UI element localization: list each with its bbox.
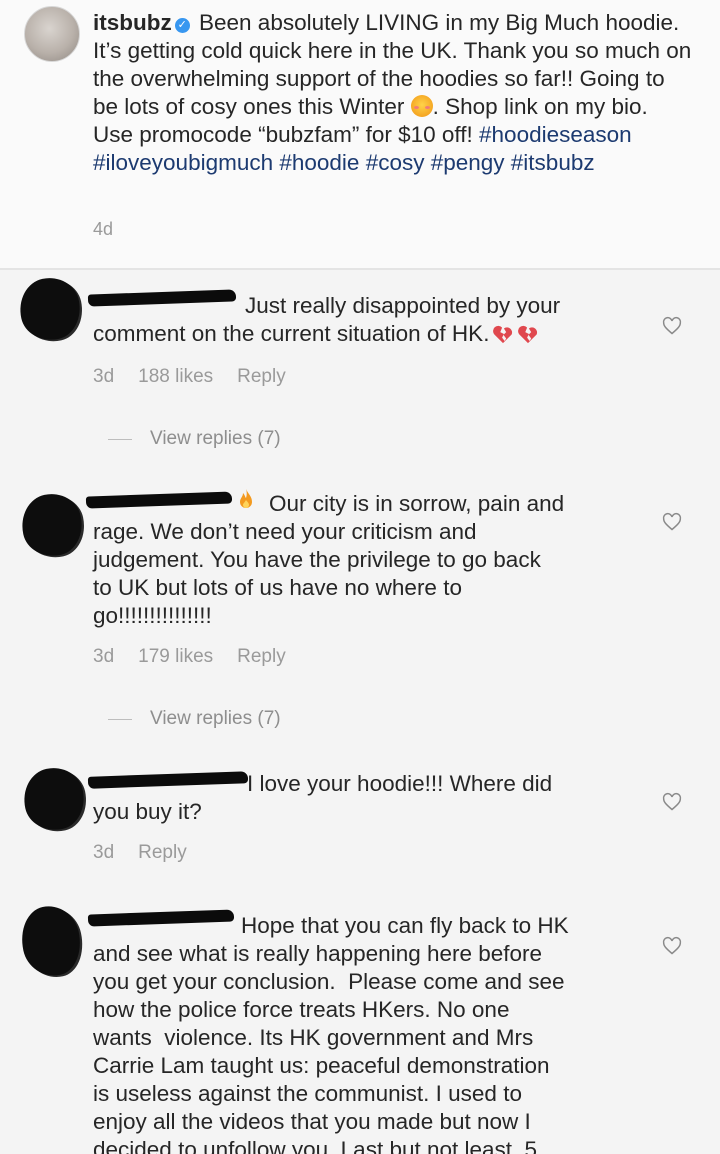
comment-time: 3d [93,842,115,863]
post-author-avatar[interactable] [24,6,80,62]
post-caption: itsbubz ✓ Been absolutely LIVING in my Bi… [93,9,693,177]
redacted-avatar [14,272,86,346]
comment-time: 3d [93,646,115,667]
comment-text: Just really disappointed by your comment… [93,293,561,346]
comment-text: I love your hoodie!!! Where did you buy … [93,771,553,824]
reply-button[interactable]: Reply [138,842,187,863]
like-heart-icon[interactable] [662,936,682,956]
comment-meta: 3d 188 likes Reply [93,366,310,388]
broken-heart-icon [493,325,513,344]
redacted-avatar [16,488,88,562]
like-heart-icon[interactable] [662,512,682,532]
comment-meta: 3d 179 likes Reply [93,646,310,668]
comment-1: Just really disappointed by your comment… [0,270,720,460]
view-replies-button[interactable]: View replies (7) [108,428,281,450]
like-heart-icon[interactable] [662,316,682,336]
comment-3: I love your hoodie!!! Where did you buy … [0,760,720,880]
smiling-face-with-hearts-emoji [410,95,433,117]
view-replies-label: View replies (7) [150,708,281,729]
verified-badge-icon: ✓ [174,18,190,33]
view-replies-label: View replies (7) [150,428,281,449]
comment-text: Our city is in sorrow, pain and rage. We… [93,491,565,628]
reply-button[interactable]: Reply [237,646,286,667]
post-header: itsbubz ✓ Been absolutely LIVING in my Bi… [0,0,720,268]
comment-time: 3d [93,366,115,387]
like-heart-icon[interactable] [662,792,682,812]
view-replies-button[interactable]: View replies (7) [108,708,281,730]
comment-text: Hope that you can fly back to HK and see… [93,913,569,1154]
comment-2: Our city is in sorrow, pain and rage. We… [0,480,720,750]
redacted-avatar [15,900,87,982]
comment-likes[interactable]: 179 likes [138,646,213,667]
divider-line [108,438,132,440]
comment-meta: 3d Reply [93,842,211,864]
comment-4: Hope that you can fly back to HK and see… [0,900,720,1154]
broken-heart-icon [518,325,538,344]
post-username[interactable]: itsbubz [93,10,172,35]
divider-line [108,718,132,720]
reply-button[interactable]: Reply [237,366,286,387]
redacted-avatar [18,762,90,836]
post-timestamp: 4d [93,219,114,239]
comment-likes[interactable]: 188 likes [138,366,213,387]
